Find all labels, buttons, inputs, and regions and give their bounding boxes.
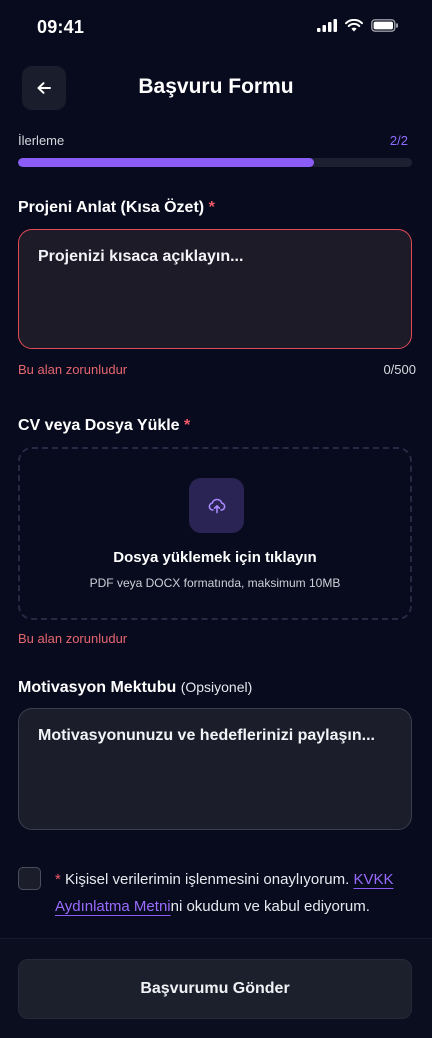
battery-icon [371,19,398,32]
progress-label: İlerleme [18,133,65,148]
project-summary-textarea[interactable]: Projenizi kısaca açıklayın... [18,229,412,349]
optional-tag: (Opsiyonel) [180,679,253,695]
consent-text-after: ni okudum ve kabul ediyorum. [170,898,370,915]
character-counter: 0/500 [383,362,416,377]
page-title: Başvuru Formu [138,75,294,98]
project-summary-label: Projeni Anlat (Kısa Özet) * [18,199,215,217]
file-upload-label-text: CV veya Dosya Yükle [18,417,180,434]
file-upload-error: Bu alan zorunludur [18,631,128,646]
required-mark: * [184,417,191,434]
required-mark: * [208,199,215,216]
upload-title: Dosya yüklemek için tıklayın [113,549,317,566]
status-bar: 09:41 [0,0,432,56]
status-time: 09:41 [37,17,85,37]
status-icons [317,19,399,32]
motivation-letter-textarea[interactable]: Motivasyonunuzu ve hedeflerinizi paylaşı… [18,708,412,830]
bottom-action-bar: Başvurumu Gönder [0,938,432,1038]
required-mark: * [55,871,61,888]
motivation-letter-label: Motivasyon Mektubu (Opsiyonel) [18,679,252,697]
progress-bar-fill [18,158,314,167]
motivation-letter-placeholder: Motivasyonunuzu ve hedeflerinizi paylaşı… [38,727,375,744]
consent-checkbox[interactable] [18,867,41,890]
project-summary-error: Bu alan zorunludur [18,362,128,377]
file-upload-label: CV veya Dosya Yükle * [18,417,190,435]
submit-button[interactable]: Başvurumu Gönder [18,959,412,1019]
project-summary-placeholder: Projenizi kısaca açıklayın... [38,248,244,265]
cloud-upload-icon [208,498,225,513]
upload-icon-container [189,478,244,533]
progress-count: 2/2 [389,133,408,148]
consent-text: * Kişisel verilerimin işlenmesini onaylı… [55,866,405,920]
upload-subtitle: PDF veya DOCX formatında, maksimum 10MB [89,576,341,590]
header: Başvuru Formu [0,66,432,110]
signal-icon [317,19,337,32]
file-upload-dropzone[interactable]: Dosya yüklemek için tıklayın PDF veya DO… [18,447,412,620]
consent-text-before: Kişisel verilerimin işlenmesini onaylıyo… [65,871,350,888]
progress-bar [18,158,412,167]
wifi-icon [345,19,363,32]
motivation-letter-label-text: Motivasyon Mektubu [18,679,177,696]
project-summary-label-text: Projeni Anlat (Kısa Özet) [18,199,205,216]
